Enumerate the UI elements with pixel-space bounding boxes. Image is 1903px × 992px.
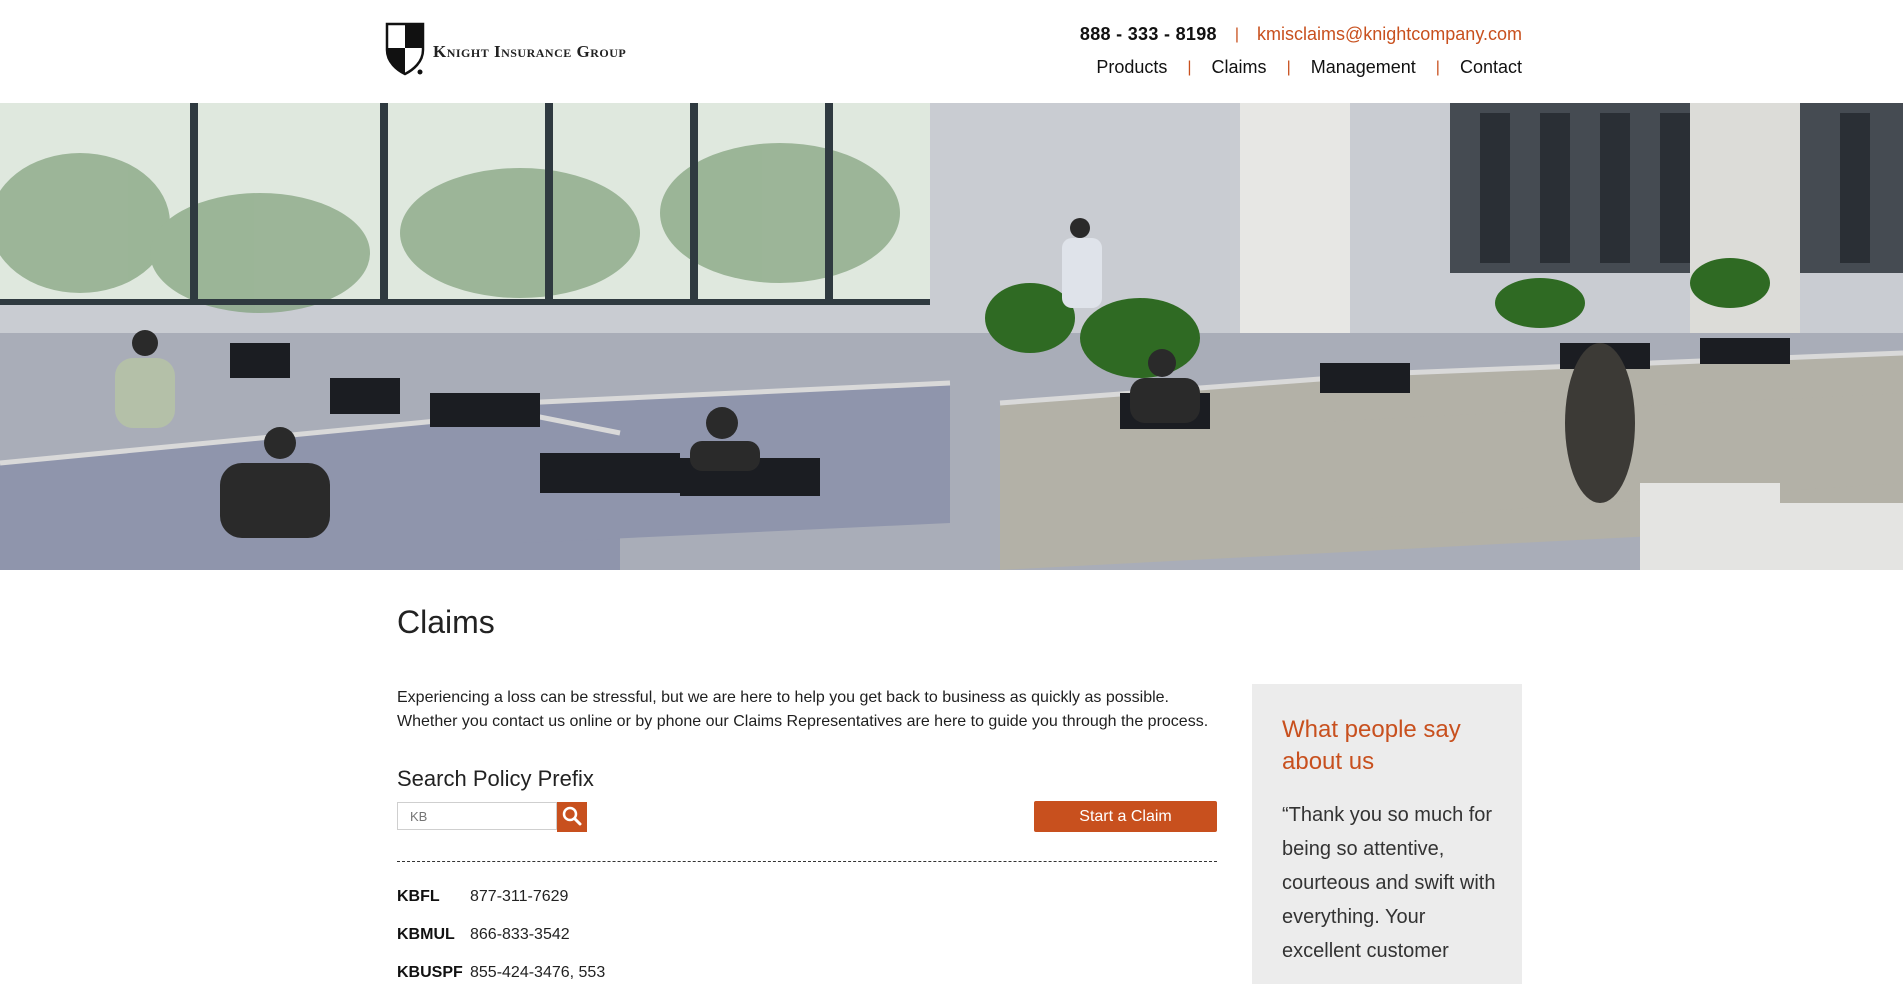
testimonial-heading: What people say about us bbox=[1282, 716, 1461, 775]
divider: | bbox=[1234, 25, 1239, 43]
shield-logo-icon bbox=[385, 22, 425, 81]
main-nav: Products | Claims | Management | Contact bbox=[1096, 57, 1522, 78]
site-header: Knight Insurance Group 888 - 333 - 8198 … bbox=[0, 0, 1903, 103]
intro-line-2: Whether you contact us online or by phon… bbox=[397, 713, 1209, 730]
list-item: KBFL 877-311-7629 bbox=[397, 878, 1217, 916]
nav-contact[interactable]: Contact bbox=[1460, 57, 1522, 78]
testimonial-quote: “Thank you so much for being so attentiv… bbox=[1282, 804, 1496, 962]
nav-claims[interactable]: Claims bbox=[1212, 57, 1267, 78]
contact-line: 888 - 333 - 8198 | kmisclaims@knightcomp… bbox=[1080, 24, 1522, 45]
prefix-phone[interactable]: 855-424-3476, 553 bbox=[470, 964, 605, 982]
prefix-code: KBMUL bbox=[397, 926, 455, 943]
divider bbox=[397, 861, 1217, 862]
divider: | bbox=[1187, 58, 1192, 76]
intro-text: Experiencing a loss can be stressful, bu… bbox=[397, 686, 1217, 734]
list-item: KBMUL 866-833-3542 bbox=[397, 916, 1217, 954]
list-item: KBUSPF 855-424-3476, 553 bbox=[397, 954, 1217, 992]
logo[interactable]: Knight Insurance Group bbox=[385, 22, 626, 81]
page-title: Claims bbox=[397, 604, 495, 640]
prefix-phone[interactable]: 866-833-3542 bbox=[470, 926, 570, 944]
divider: | bbox=[1435, 58, 1440, 76]
prefix-phone[interactable]: 877-311-7629 bbox=[470, 888, 568, 906]
logo-text: Knight Insurance Group bbox=[433, 41, 627, 61]
header-phone[interactable]: 888 - 333 - 8198 bbox=[1080, 24, 1217, 45]
hero-office-photo bbox=[0, 103, 1903, 570]
nav-products[interactable]: Products bbox=[1096, 57, 1167, 78]
testimonial-panel: What people say about us “Thank you so m… bbox=[1252, 684, 1522, 984]
search-policy-prefix-heading: Search Policy Prefix bbox=[397, 766, 594, 791]
policy-prefix-input[interactable] bbox=[397, 802, 557, 830]
prefix-list: KBFL 877-311-7629 KBMUL 866-833-3542 KBU… bbox=[397, 878, 1217, 992]
start-claim-button[interactable]: Start a Claim bbox=[1034, 801, 1217, 832]
header-email-link[interactable]: kmisclaims@knightcompany.com bbox=[1257, 24, 1522, 45]
intro-line-1: Experiencing a loss can be stressful, bu… bbox=[397, 689, 1169, 706]
divider: | bbox=[1286, 58, 1291, 76]
search-button[interactable] bbox=[557, 802, 587, 832]
search-icon bbox=[562, 806, 582, 829]
nav-management[interactable]: Management bbox=[1311, 57, 1416, 78]
policy-prefix-search bbox=[397, 802, 587, 832]
prefix-code: KBUSPF bbox=[397, 964, 463, 981]
prefix-code: KBFL bbox=[397, 888, 440, 905]
